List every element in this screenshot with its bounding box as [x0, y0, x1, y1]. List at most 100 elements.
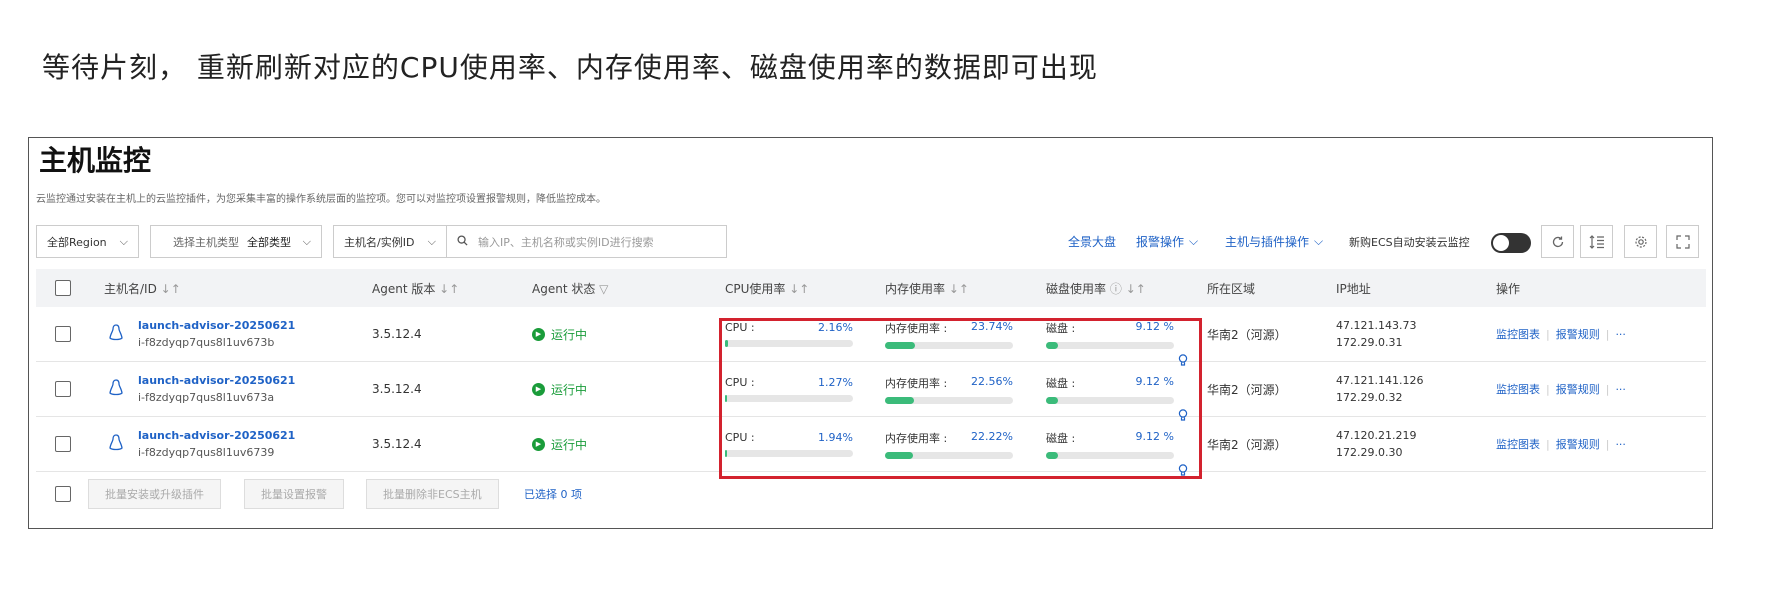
- auto-install-toggle[interactable]: [1491, 233, 1531, 253]
- chevron-down-icon: ⌵: [119, 235, 128, 248]
- fullscreen-icon: [1675, 234, 1690, 249]
- sort-icon: ↓↑: [789, 281, 810, 296]
- line-height-icon: [1589, 234, 1604, 249]
- auto-install-label: 新购ECS自动安装云监控: [1349, 235, 1470, 249]
- linux-icon: [109, 324, 123, 346]
- sort-icon: ↓↑: [160, 281, 181, 296]
- search-icon: [457, 234, 468, 249]
- header-ip: IP地址: [1336, 281, 1371, 296]
- page-description: 云监控通过安装在主机上的云监控插件，为您采集丰富的操作系统层面的监控项。您可以对…: [36, 194, 606, 205]
- region: 华南2（河源）: [1207, 382, 1287, 397]
- ip-cell: 47.120.21.219 172.29.0.30: [1336, 417, 1416, 471]
- status-badge: ▶ 运行中: [532, 362, 587, 416]
- header-disk[interactable]: 磁盘使用率 ⓘ ↓↑: [1046, 269, 1146, 307]
- batch-alarm-button[interactable]: 批量设置报警: [244, 479, 344, 509]
- alarm-rules-link[interactable]: 报警规则: [1556, 381, 1600, 397]
- settings-button[interactable]: [1624, 225, 1657, 258]
- agent-version: 3.5.12.4: [372, 327, 422, 341]
- monitor-chart-link[interactable]: 监控图表: [1496, 326, 1540, 342]
- host-cell: launch-advisor-20250621 i-f8zdyqp7qus8l1…: [138, 307, 295, 361]
- actions-cell: 监控图表 | 报警规则 | ···: [1496, 436, 1626, 452]
- header-host[interactable]: 主机名/ID ↓↑: [104, 269, 181, 307]
- filter-icon: ▽: [599, 281, 609, 296]
- host-plugin-ops-label: 主机与插件操作: [1225, 235, 1310, 249]
- more-actions-icon[interactable]: ···: [1615, 328, 1626, 341]
- chevron-down-icon: ⌵: [302, 235, 311, 248]
- search-placeholder: 输入IP、主机名称或实例ID进行搜索: [478, 235, 654, 249]
- play-icon: ▶: [532, 382, 545, 396]
- monitor-chart-link[interactable]: 监控图表: [1496, 381, 1540, 397]
- actions-cell: 监控图表 | 报警规则 | ···: [1496, 381, 1626, 397]
- header-actions: 操作: [1496, 281, 1521, 296]
- host-type-label: 选择主机类型: [173, 235, 239, 249]
- info-icon: ⓘ: [1109, 281, 1122, 296]
- agent-version: 3.5.12.4: [372, 437, 422, 451]
- actions-cell: 监控图表 | 报警规则 | ···: [1496, 326, 1626, 342]
- ip-cell: 47.121.141.126 172.29.0.32: [1336, 362, 1423, 416]
- refresh-button[interactable]: [1541, 225, 1574, 258]
- row-checkbox[interactable]: [55, 326, 71, 342]
- more-actions-icon[interactable]: ···: [1615, 438, 1626, 451]
- host-name-link[interactable]: launch-advisor-20250621: [138, 374, 295, 387]
- host-name-link[interactable]: launch-advisor-20250621: [138, 319, 295, 332]
- alarm-rules-link[interactable]: 报警规则: [1556, 326, 1600, 342]
- batch-delete-button[interactable]: 批量删除非ECS主机: [366, 479, 499, 509]
- toolbar: 全部Region ⌵ 选择主机类型 全部类型 ⌵ 主机名/实例ID ⌵ 输入IP…: [36, 225, 1706, 258]
- instance-id: i-f8zdyqp7qus8l1uv673b: [138, 336, 275, 349]
- header-memory[interactable]: 内存使用率 ↓↑: [885, 269, 969, 307]
- header-host-label: 主机名/ID: [104, 281, 157, 296]
- sort-icon: ↓↑: [1125, 281, 1146, 296]
- play-icon: ▶: [532, 327, 545, 341]
- monitor-chart-link[interactable]: 监控图表: [1496, 436, 1540, 452]
- table-header: 主机名/ID ↓↑ Agent 版本 ↓↑ Agent 状态 ▽ CPU使用率 …: [36, 269, 1706, 307]
- host-plugin-ops-menu[interactable]: 主机与插件操作 ⌵: [1225, 225, 1323, 258]
- instance-id: i-f8zdyqp7qus8l1uv673a: [138, 391, 275, 404]
- page-title: 主机监控: [39, 144, 152, 177]
- region-select-value: 全部Region: [47, 235, 107, 249]
- host-name-link[interactable]: launch-advisor-20250621: [138, 429, 295, 442]
- agent-version: 3.5.12.4: [372, 382, 422, 396]
- fullscreen-button[interactable]: [1666, 225, 1699, 258]
- search-field-value: 主机名/实例ID: [344, 235, 415, 249]
- ip-private: 172.29.0.32: [1336, 391, 1403, 404]
- ip-public: 47.121.143.73: [1336, 319, 1417, 332]
- header-agent-status-label: Agent 状态: [532, 281, 596, 296]
- host-type-select[interactable]: 选择主机类型 全部类型 ⌵: [150, 225, 322, 258]
- footer-select-all-checkbox[interactable]: [55, 486, 71, 502]
- status-text: 运行中: [551, 382, 588, 397]
- ip-cell: 47.121.143.73 172.29.0.31: [1336, 307, 1416, 361]
- alarm-rules-link[interactable]: 报警规则: [1556, 436, 1600, 452]
- host-type-value: 全部类型: [247, 235, 291, 249]
- header-agent-status[interactable]: Agent 状态 ▽: [532, 269, 608, 307]
- sort-icon: ↓↑: [439, 281, 460, 296]
- status-badge: ▶ 运行中: [532, 307, 587, 361]
- header-cpu-label: CPU使用率: [725, 281, 786, 296]
- row-checkbox[interactable]: [55, 381, 71, 397]
- header-memory-label: 内存使用率: [885, 281, 946, 296]
- sort-icon: ↓↑: [948, 281, 969, 296]
- status-text: 运行中: [551, 327, 588, 342]
- host-cell: launch-advisor-20250621 i-f8zdyqp7qus8l1…: [138, 417, 295, 471]
- alarm-ops-label: 报警操作: [1136, 235, 1185, 249]
- search-input[interactable]: 输入IP、主机名称或实例ID进行搜索: [446, 225, 727, 258]
- region: 华南2（河源）: [1207, 437, 1287, 452]
- chevron-down-icon: ⌵: [1314, 234, 1324, 248]
- header-cpu[interactable]: CPU使用率 ↓↑: [725, 269, 809, 307]
- region-select[interactable]: 全部Region ⌵: [36, 225, 139, 258]
- selected-count: 已选择 0 项: [524, 488, 582, 501]
- batch-install-button[interactable]: 批量安装或升级插件: [88, 479, 221, 509]
- row-checkbox[interactable]: [55, 436, 71, 452]
- more-actions-icon[interactable]: ···: [1615, 383, 1626, 396]
- ip-private: 172.29.0.31: [1336, 336, 1403, 349]
- chevron-down-icon: ⌵: [427, 235, 436, 248]
- ip-public: 47.121.141.126: [1336, 374, 1424, 387]
- linux-icon: [109, 434, 123, 456]
- header-disk-label: 磁盘使用率: [1046, 281, 1107, 296]
- search-field-select[interactable]: 主机名/实例ID ⌵: [333, 225, 447, 258]
- column-setting-button[interactable]: [1580, 225, 1613, 258]
- alarm-ops-menu[interactable]: 报警操作 ⌵: [1136, 225, 1198, 258]
- select-all-checkbox[interactable]: [55, 280, 71, 296]
- header-agent-version[interactable]: Agent 版本 ↓↑: [372, 269, 459, 307]
- dashboard-link[interactable]: 全景大盘: [1068, 225, 1116, 258]
- instruction-caption: 等待片刻， 重新刷新对应的CPU使用率、内存使用率、磁盘使用率的数据即可出现: [42, 51, 1098, 84]
